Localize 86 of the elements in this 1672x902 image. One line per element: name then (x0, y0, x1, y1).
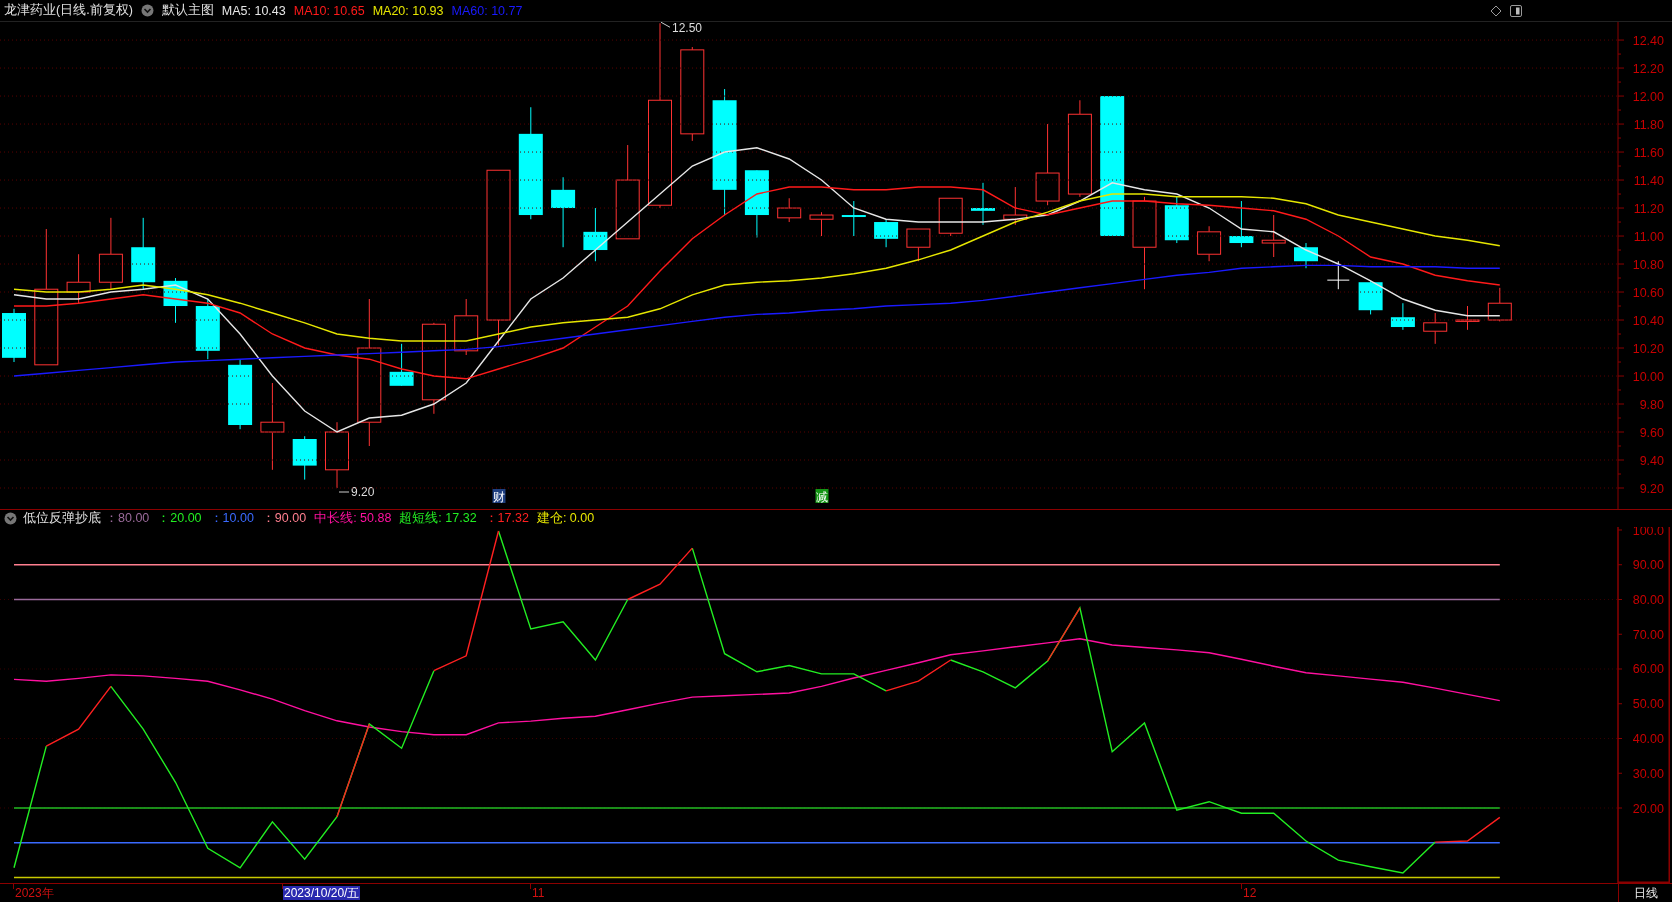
axis-label: 11.40 (1633, 173, 1664, 188)
candlestick (874, 218, 899, 248)
indicator-name: 低位反弹抄底 (23, 510, 101, 527)
candlestick (1326, 260, 1350, 290)
candlestick (744, 169, 769, 238)
candlestick (1197, 225, 1222, 262)
candlestick (777, 197, 802, 223)
candlestick (551, 176, 576, 248)
axis-label: 50.00 (1632, 697, 1664, 712)
candlestick (971, 182, 995, 226)
ma-legend: MA60: 10.77 (451, 3, 523, 18)
date-label: 11 (531, 886, 546, 900)
candlestick (228, 358, 253, 430)
indicator-legend: 建仓: 0.00 (536, 510, 595, 527)
axis-label: 11.60 (1633, 145, 1664, 160)
axis-label: 60.00 (1632, 662, 1664, 677)
indicator-legend: ：20.00 (157, 510, 202, 527)
indicator-legend: ：80.00 (105, 510, 150, 527)
candlestick (66, 253, 91, 304)
period-label[interactable]: 日线 (1618, 884, 1672, 902)
candlestick (163, 277, 188, 324)
indicator-legend: ：90.00 (261, 510, 307, 527)
axis-label: 9.80 (1639, 397, 1664, 412)
axis-label: 10.80 (1632, 257, 1664, 272)
dropdown-icon[interactable] (140, 4, 154, 17)
candlestick (809, 211, 834, 237)
candlestick (1261, 214, 1286, 258)
axis-label: 9.40 (1639, 453, 1664, 468)
candlestick (1164, 196, 1189, 244)
candlestick (1423, 312, 1448, 345)
axis-label: 10.20 (1632, 341, 1664, 356)
candlestick (454, 298, 479, 356)
low-price-label: 9.20 (351, 485, 375, 499)
axis-label: 80.00 (1632, 593, 1664, 607)
indicator-legend: ：10.00 (209, 510, 254, 527)
axis-label: 11.00 (1633, 229, 1664, 244)
date-label: 2023/10/20/五 (283, 886, 361, 900)
stock-title: 龙津药业(日线.前复权) (4, 2, 133, 19)
candlestick (325, 421, 349, 489)
candlestick (1003, 186, 1028, 226)
candlestick (1229, 200, 1254, 248)
ma-legend: MA10: 10.65 (293, 3, 365, 18)
candlestick (841, 200, 866, 237)
ma-legend: MA20: 10.93 (372, 3, 444, 18)
axis-label: 10.60 (1632, 285, 1664, 300)
candlestick (938, 197, 963, 237)
candlestick (1358, 280, 1383, 315)
candlestick (195, 298, 220, 360)
axis-label: 30.00 (1632, 766, 1664, 781)
candlestick (1390, 302, 1415, 331)
candlestick (906, 228, 931, 262)
indicator-legend: 超短线: 17.32 (399, 510, 477, 527)
template-label[interactable]: 默认主图 (161, 2, 214, 19)
candlestick (1487, 287, 1512, 322)
leader-line (338, 491, 350, 493)
candlestick (1294, 242, 1318, 269)
axis-label: 12.00 (1632, 89, 1664, 104)
candlestick (2, 308, 26, 363)
dropdown-icon[interactable] (4, 512, 17, 525)
axis-label: 11.80 (1633, 117, 1664, 132)
axis-label: 9.20 (1639, 481, 1664, 496)
panel-toggle-icon[interactable] (1510, 4, 1522, 17)
indicator-legend: ：17.32 (484, 510, 529, 527)
event-badge: 财 (492, 489, 506, 504)
event-badge: 减 (815, 489, 829, 504)
axis-label: 70.00 (1632, 627, 1664, 642)
axis-label: 20.00 (1632, 801, 1664, 816)
axis-label: 40.00 (1632, 732, 1664, 746)
candlestick (292, 435, 317, 481)
axis-label: 90.00 (1632, 558, 1664, 573)
axis-label: 11.20 (1633, 201, 1664, 216)
candlestick (389, 343, 414, 387)
date-label: 2023年 (14, 886, 55, 900)
high-price-label: 12.50 (672, 22, 703, 36)
ma-legend: MA5: 10.43 (221, 3, 286, 18)
axis-label: 9.60 (1639, 425, 1664, 440)
date-label: 12 (1242, 886, 1258, 900)
indicator-legend: 中长线: 50.88 (314, 510, 392, 527)
candlestick (583, 207, 608, 262)
candlestick (1455, 305, 1480, 331)
axis-label: 10.40 (1632, 313, 1664, 328)
leader-line (660, 22, 671, 28)
axis-label: 12.40 (1632, 33, 1664, 48)
diamond-icon[interactable] (1490, 4, 1502, 17)
axis-label: 10.00 (1632, 369, 1664, 384)
axis-label: 12.20 (1632, 61, 1664, 76)
